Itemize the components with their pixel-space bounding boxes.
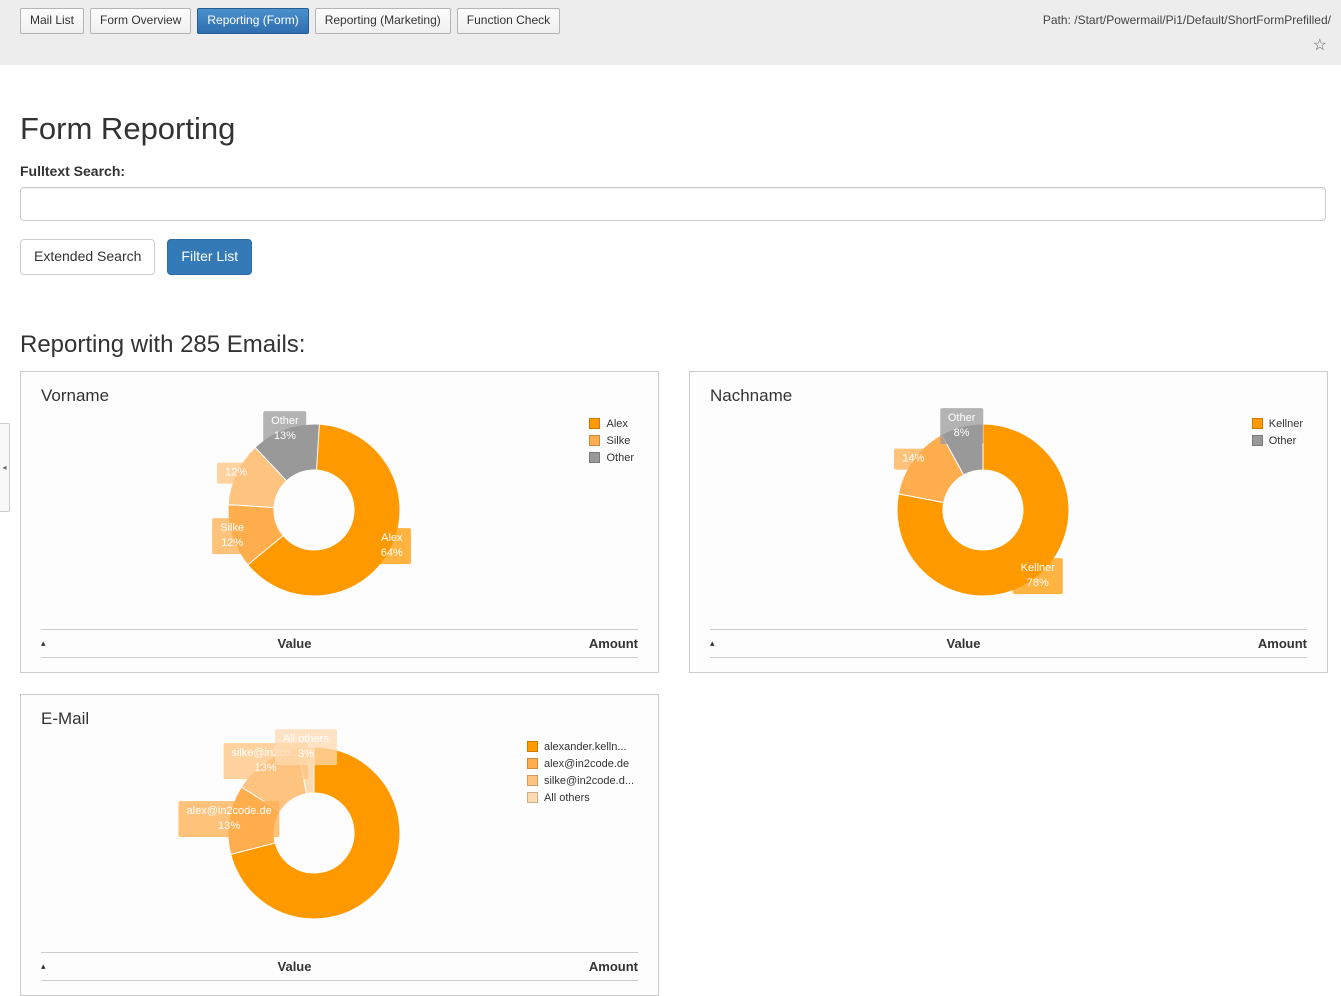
legend-label: Other: [606, 452, 634, 464]
chart-panel-vorname: Vorname Alex64%Silke12%12%Other13% AlexS…: [20, 371, 659, 673]
slice-label: 14%: [894, 449, 932, 470]
collapse-arrow-icon: ◂: [2, 463, 6, 472]
panel-title: Vorname: [21, 372, 658, 406]
legend-item: Other: [589, 452, 634, 464]
chart-panel-email: E-Mail alex@in2code.de13%silke@in2co...1…: [20, 694, 659, 996]
legend-label: Kellner: [1269, 418, 1303, 430]
chart-region: Alex64%Silke12%12%Other13% AlexSilkeOthe…: [21, 406, 658, 619]
legend-swatch: [589, 452, 600, 463]
chart-region: Kellner78% 14% Other8% Kellner Other: [690, 406, 1327, 619]
slice-label: Other13%: [263, 411, 307, 447]
legend-item: All others: [527, 792, 634, 804]
navigation-collapse-handle[interactable]: ◂: [0, 423, 10, 512]
chart-panel-nachname: Nachname Kellner78% 14% Other8% Kellner Oth…: [689, 371, 1328, 673]
result-table-header: ▴ Value Amount: [710, 629, 1307, 658]
legend-swatch: [527, 741, 538, 752]
legend-swatch: [527, 775, 538, 786]
column-header-value[interactable]: Value: [71, 959, 518, 974]
module-content: Form Reporting Fulltext Search: Extended…: [0, 111, 1341, 996]
donut-chart-vorname: Alex64%Silke12%12%Other13%: [226, 422, 402, 598]
page-path: Path: /Start/Powermail/Pi1/Default/Short…: [1043, 13, 1331, 27]
legend-swatch: [589, 418, 600, 429]
sort-caret-icon[interactable]: ▴: [41, 638, 71, 649]
legend-label: Other: [1269, 435, 1297, 447]
legend-item: alex@in2code.de: [527, 758, 634, 770]
fulltext-search-label: Fulltext Search:: [20, 163, 1326, 179]
button-form-overview[interactable]: Form Overview: [90, 8, 191, 34]
legend-swatch: [527, 792, 538, 803]
search-action-row: Extended Search Filter List: [20, 239, 1326, 275]
slice-label: Other8%: [940, 408, 984, 444]
donut-chart-email: alex@in2code.de13%silke@in2co...13%All o…: [226, 745, 402, 921]
legend-label: Alex: [606, 418, 627, 430]
column-header-value[interactable]: Value: [71, 636, 518, 651]
button-reporting-marketing[interactable]: Reporting (Marketing): [315, 8, 451, 34]
legend-swatch: [1252, 418, 1263, 429]
legend-item: Alex: [589, 418, 634, 430]
legend-swatch: [589, 435, 600, 446]
slice-label: Silke12%: [212, 518, 252, 554]
legend-item: alexander.kelln...: [527, 741, 634, 753]
chart-legend: Kellner Other: [1252, 418, 1303, 452]
fulltext-search-input[interactable]: [20, 187, 1326, 221]
charts-row-top: Vorname Alex64%Silke12%12%Other13% AlexS…: [20, 371, 1326, 673]
legend-label: alexander.kelln...: [544, 741, 627, 753]
docheader: Mail List Form Overview Reporting (Form)…: [0, 0, 1341, 65]
extended-search-button[interactable]: Extended Search: [20, 239, 155, 275]
legend-item: silke@in2code.d...: [527, 775, 634, 787]
filter-list-button[interactable]: Filter List: [167, 239, 252, 275]
chart-legend: alexander.kelln... alex@in2code.de silke@i…: [527, 741, 634, 809]
button-mail-list[interactable]: Mail List: [20, 8, 84, 34]
legend-label: silke@in2code.d...: [544, 775, 634, 787]
result-table-header: ▴ Value Amount: [41, 952, 638, 981]
sort-caret-icon[interactable]: ▴: [710, 638, 740, 649]
slice-label: All others3%: [275, 729, 337, 765]
donut-chart-nachname: Kellner78%14%Other8%: [895, 422, 1071, 598]
docheader-button-row: Mail List Form Overview Reporting (Form)…: [20, 8, 560, 34]
column-header-amount[interactable]: Amount: [518, 959, 638, 974]
chart-legend: Alex Silke Other: [589, 418, 634, 469]
column-header-value[interactable]: Value: [740, 636, 1187, 651]
legend-label: alex@in2code.de: [544, 758, 629, 770]
reporting-heading: Reporting with 285 Emails:: [20, 331, 1326, 359]
legend-label: All others: [544, 792, 590, 804]
legend-item: Kellner: [1252, 418, 1303, 430]
slice-label: Alex64%: [373, 528, 411, 564]
legend-swatch: [527, 758, 538, 769]
column-header-amount[interactable]: Amount: [1187, 636, 1307, 651]
legend-swatch: [1252, 435, 1263, 446]
slice-label: 12%: [217, 463, 255, 484]
donut-svg: [226, 422, 402, 598]
panel-title: Nachname: [690, 372, 1327, 406]
button-function-check[interactable]: Function Check: [457, 8, 560, 34]
slice-label: Kellner78%: [1013, 558, 1063, 594]
bookmark-star-icon[interactable]: ☆: [1313, 38, 1327, 54]
sort-caret-icon[interactable]: ▴: [41, 961, 71, 972]
legend-item: Silke: [589, 435, 634, 447]
charts-row-bottom: E-Mail alex@in2code.de13%silke@in2co...1…: [20, 694, 1326, 996]
legend-label: Silke: [606, 435, 630, 447]
column-header-amount[interactable]: Amount: [518, 636, 638, 651]
button-reporting-form[interactable]: Reporting (Form): [197, 8, 308, 34]
chart-region: alex@in2code.de13%silke@in2co...13%All o…: [21, 729, 658, 942]
legend-item: Other: [1252, 435, 1303, 447]
panel-title: E-Mail: [21, 695, 658, 729]
page-title: Form Reporting: [20, 111, 1326, 147]
result-table-header: ▴ Value Amount: [41, 629, 638, 658]
